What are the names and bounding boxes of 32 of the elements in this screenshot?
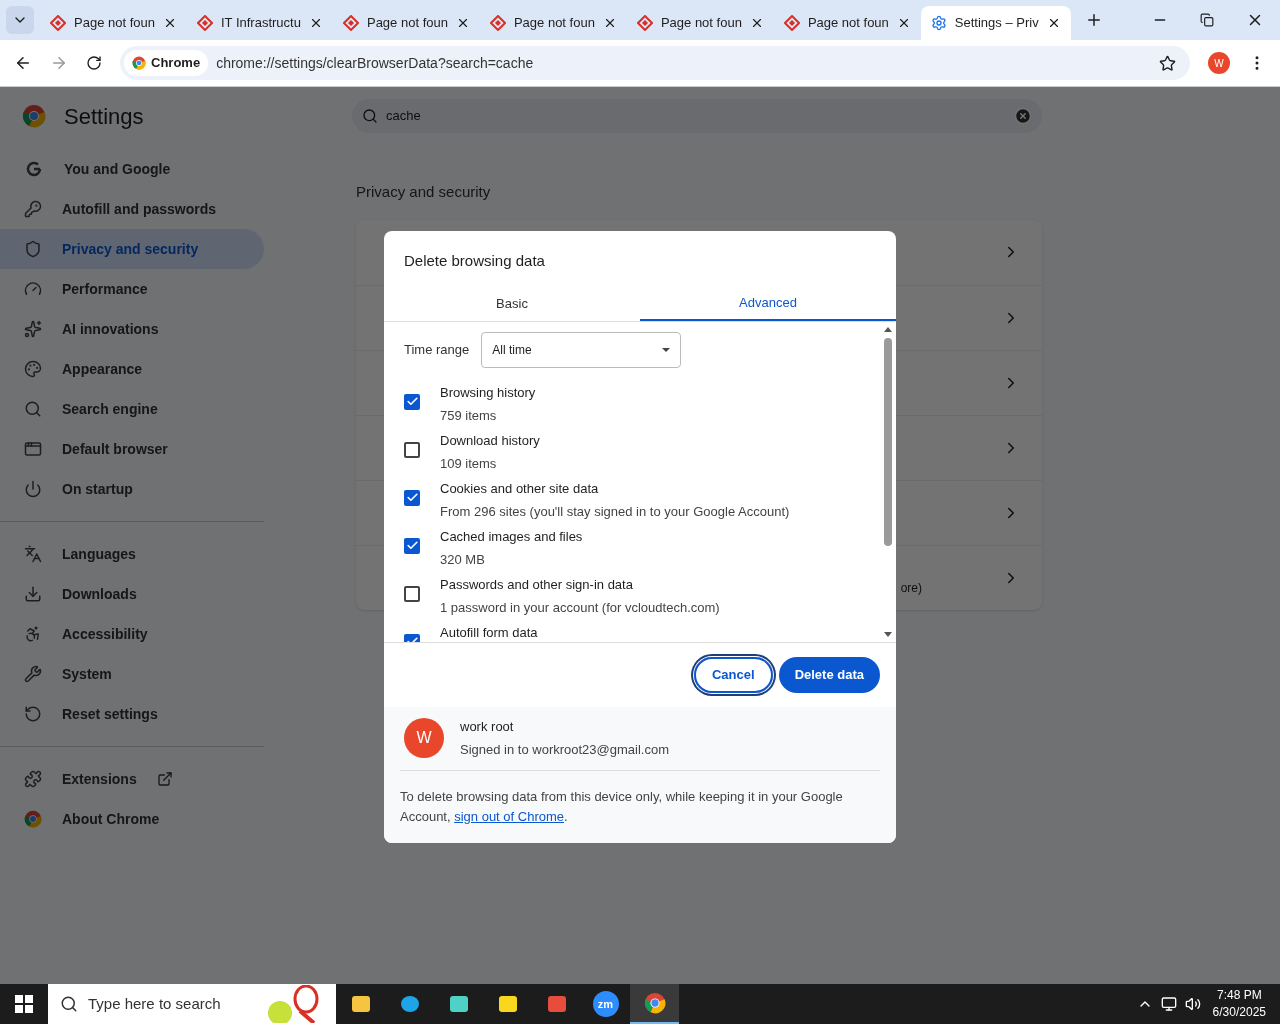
section-title: Privacy and security bbox=[356, 182, 492, 202]
tab-title: Page not foun bbox=[513, 14, 595, 33]
option-detail: 1 password in your account (for vcloudtech.com) bbox=[440, 599, 720, 617]
option-detail: 759 items bbox=[440, 407, 498, 425]
clock-time: 7:48 PM bbox=[1216, 987, 1262, 1004]
search-placeholder: Type here to search bbox=[88, 993, 222, 1014]
clock-date: 6/30/2025 bbox=[1212, 1004, 1266, 1021]
tab-title: Settings – Priv bbox=[954, 14, 1039, 33]
search-value: cache bbox=[386, 107, 422, 126]
account-status: Signed in to workroot23@gmail.com bbox=[460, 741, 669, 759]
option-detail: 320 MB bbox=[440, 551, 486, 569]
time-range-label: Time range bbox=[404, 340, 470, 359]
tab-title: Page not foun bbox=[807, 14, 889, 33]
option-title: Autofill form data bbox=[440, 623, 538, 642]
dialog-title: Delete browsing data bbox=[403, 251, 546, 271]
option-title: Passwords and other sign-in data bbox=[440, 575, 634, 594]
tab-title: IT Infrastructu bbox=[220, 14, 301, 33]
tab-title: Page not foun bbox=[660, 14, 742, 33]
account-name: work root bbox=[460, 717, 515, 736]
url-text: chrome://settings/clearBrowserData?search=cache bbox=[216, 53, 535, 73]
tab-title: Page not foun bbox=[74, 14, 155, 33]
option-title: Download history bbox=[440, 431, 540, 450]
option-title: Cached images and files bbox=[440, 527, 583, 546]
option-detail: From 296 sites (you'll stay signed in to your Google Account) bbox=[440, 503, 790, 521]
tab-title: Page not foun bbox=[366, 14, 448, 33]
option-title: Cookies and other site data bbox=[440, 479, 600, 498]
option-detail: 109 items bbox=[440, 455, 498, 473]
footer-text: To delete browsing data from this device only, while keeping it in your Google Account, sign out of Chrome. bbox=[400, 787, 844, 826]
row-text: ore) bbox=[900, 579, 922, 597]
account-avatar: W bbox=[404, 718, 444, 758]
option-title: Browsing history bbox=[440, 383, 536, 402]
settings-title: Settings bbox=[64, 102, 144, 131]
